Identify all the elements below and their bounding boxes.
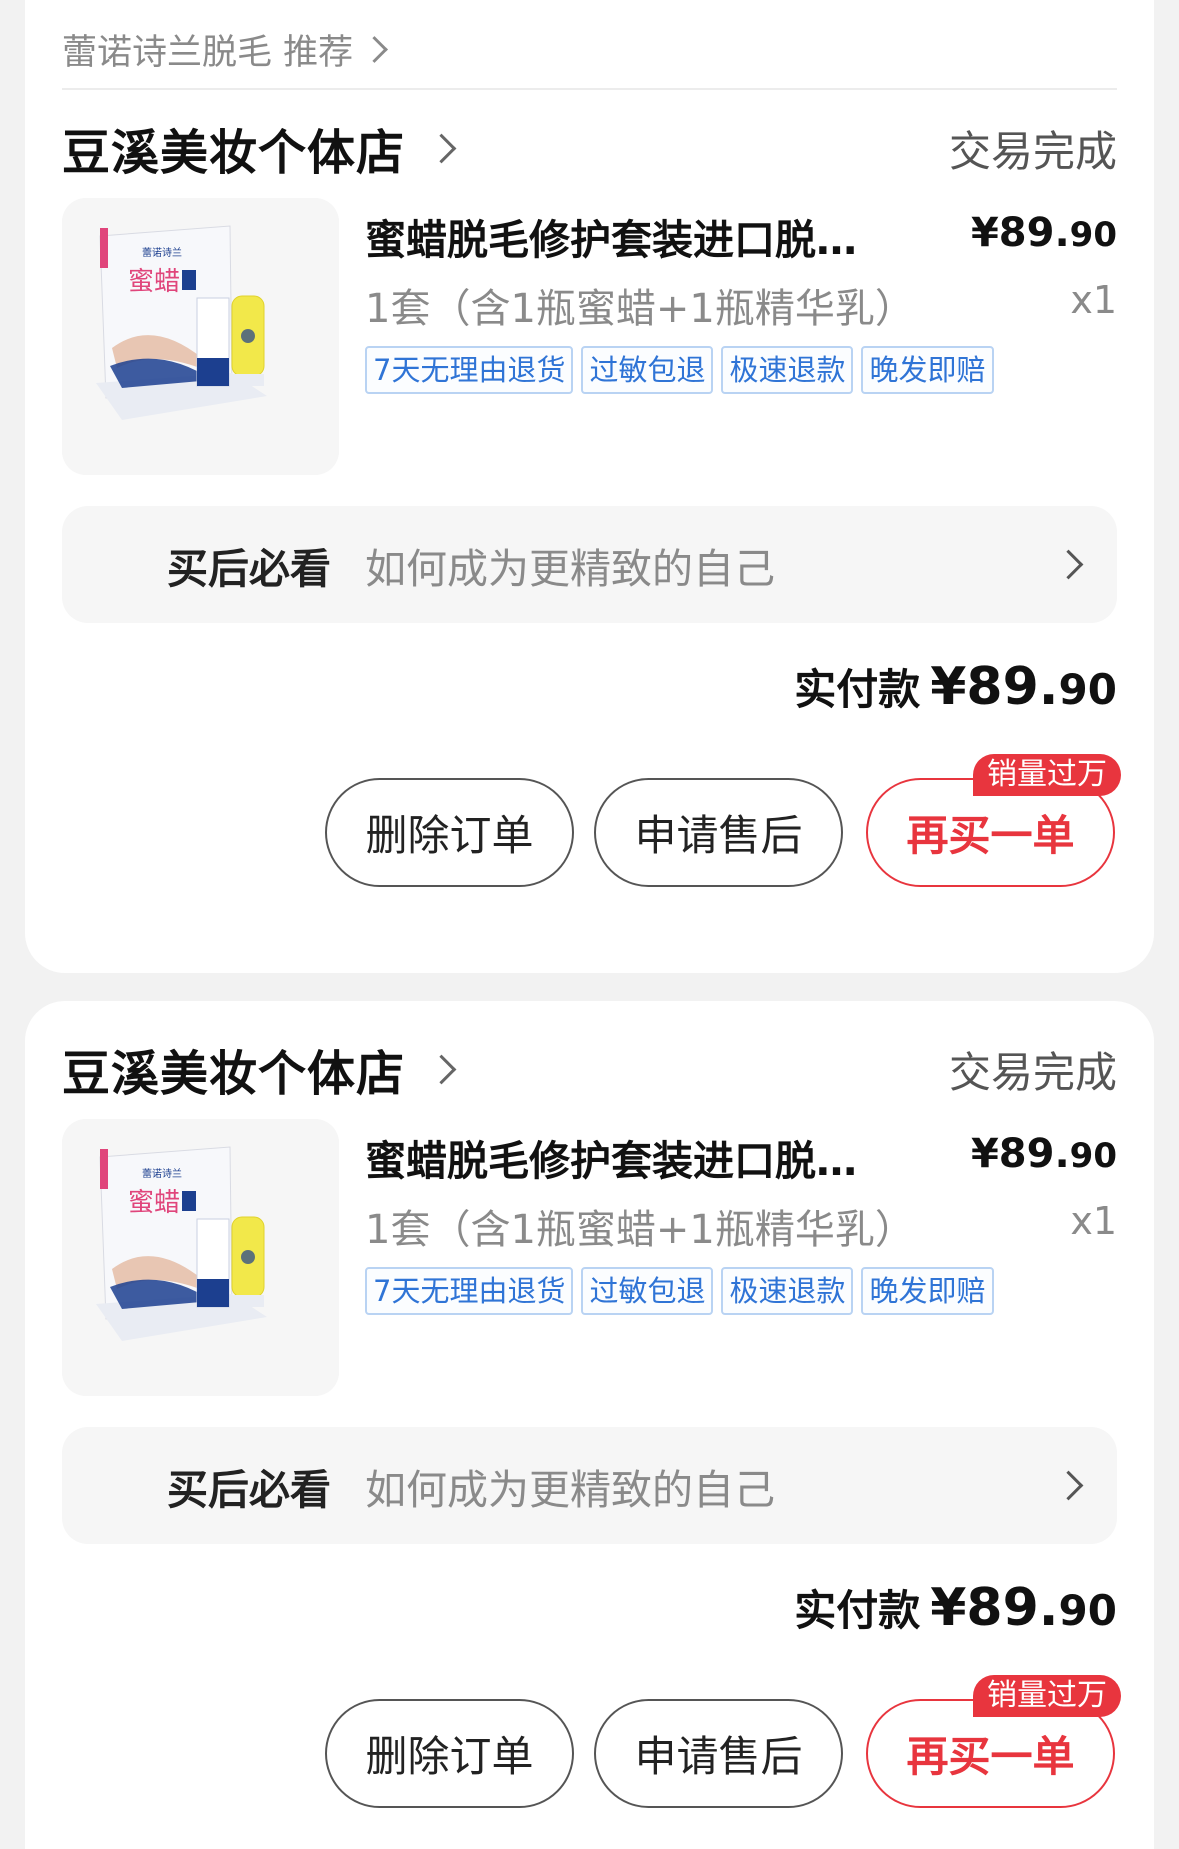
- recommend-link[interactable]: 蕾诺诗兰脱毛 推荐: [62, 24, 389, 75]
- svg-text:蕾诺诗兰: 蕾诺诗兰: [142, 246, 182, 259]
- after-purchase-guide[interactable]: 买后必看 如何成为更精致的自己: [62, 1427, 1117, 1544]
- recommend-label: 蕾诺诗兰脱毛 推荐: [62, 33, 354, 73]
- chevron-right-icon: [1053, 1470, 1084, 1501]
- after-sale-button[interactable]: 申请售后: [594, 778, 843, 887]
- product-price: ¥89.90: [971, 1131, 1117, 1177]
- divider: [62, 88, 1117, 90]
- product-quantity: x1: [1070, 1199, 1117, 1243]
- guide-text: 如何成为更精致的自己: [365, 544, 775, 593]
- order-item: 豆溪美妆个体店 交易完成 蕾诺诗兰 蜜蜡 蜜蜡脱毛修护套装进口脱… ¥89.90…: [25, 1039, 1154, 1849]
- total-amount: ¥89.90: [930, 1578, 1117, 1638]
- price-cents: 90: [1069, 1136, 1117, 1176]
- price-cents: 90: [1069, 215, 1117, 255]
- order-status: 交易完成: [948, 126, 1117, 176]
- guide-label: 买后必看: [167, 1465, 331, 1514]
- svg-text:蜜蜡: 蜜蜡: [128, 1188, 180, 1218]
- store-row[interactable]: 豆溪美妆个体店 交易完成: [62, 118, 1117, 181]
- chevron-right-icon: [426, 1054, 457, 1084]
- order-item: 豆溪美妆个体店 交易完成 蕾诺诗兰 蜜蜡 蜜蜡脱毛修护套装进口脱… ¥89.90…: [25, 118, 1154, 968]
- delete-order-button[interactable]: 删除订单: [325, 1699, 574, 1808]
- product-quantity: x1: [1070, 278, 1117, 322]
- total-amount-main: ¥89.: [930, 1578, 1059, 1638]
- product-spec: 1套（含1瓶蜜蜡+1瓶精华乳）: [365, 1207, 915, 1253]
- service-tag: 晚发即赔: [861, 1267, 994, 1315]
- guide-text: 如何成为更精致的自己: [365, 1465, 775, 1514]
- sales-badge: 销量过万: [973, 1675, 1121, 1717]
- price-main: ¥89.: [970, 1131, 1070, 1177]
- store-name[interactable]: 豆溪美妆个体店: [62, 113, 405, 183]
- total-amount: ¥89.90: [930, 657, 1117, 717]
- order-list-page: 蕾诺诗兰脱毛 推荐 豆溪美妆个体店 交易完成 蕾诺诗兰 蜜蜡 蜜蜡脱毛修护套装进…: [0, 0, 1179, 1849]
- service-tag: 极速退款: [721, 1267, 854, 1315]
- store-row[interactable]: 豆溪美妆个体店 交易完成: [62, 1039, 1117, 1102]
- order-total: 实付款 ¥89.90: [794, 656, 1117, 717]
- after-sale-button[interactable]: 申请售后: [594, 1699, 843, 1808]
- svg-text:蜜蜡: 蜜蜡: [128, 267, 180, 297]
- total-label: 实付款: [794, 1586, 921, 1635]
- service-tag: 7天无理由退货: [365, 346, 574, 394]
- after-purchase-guide[interactable]: 买后必看 如何成为更精致的自己: [62, 506, 1117, 623]
- sales-badge: 销量过万: [973, 754, 1121, 796]
- total-amount-cents: 90: [1058, 1586, 1117, 1635]
- product-thumbnail[interactable]: 蕾诺诗兰 蜜蜡: [62, 198, 339, 475]
- product-image: 蕾诺诗兰 蜜蜡: [62, 1119, 339, 1396]
- product-title[interactable]: 蜜蜡脱毛修护套装进口脱…: [365, 206, 905, 266]
- product-spec: 1套（含1瓶蜜蜡+1瓶精华乳）: [365, 286, 915, 332]
- delete-order-button[interactable]: 删除订单: [325, 778, 574, 887]
- order-total: 实付款 ¥89.90: [794, 1577, 1117, 1638]
- order-card: 豆溪美妆个体店 交易完成 蕾诺诗兰 蜜蜡 蜜蜡脱毛修护套装进口脱… ¥89.90…: [25, 1001, 1154, 1849]
- order-status: 交易完成: [948, 1047, 1117, 1097]
- product-thumbnail[interactable]: 蕾诺诗兰 蜜蜡: [62, 1119, 339, 1396]
- product-price: ¥89.90: [971, 210, 1117, 256]
- chevron-right-icon: [1053, 549, 1084, 580]
- total-amount-main: ¥89.: [930, 657, 1059, 717]
- price-main: ¥89.: [970, 210, 1070, 256]
- service-tag: 过敏包退: [581, 1267, 714, 1315]
- store-name[interactable]: 豆溪美妆个体店: [62, 1034, 405, 1104]
- chevron-right-icon: [361, 36, 389, 63]
- service-tag: 过敏包退: [581, 346, 714, 394]
- svg-text:蕾诺诗兰: 蕾诺诗兰: [142, 1167, 182, 1180]
- guide-label: 买后必看: [167, 544, 331, 593]
- service-tag: 晚发即赔: [861, 346, 994, 394]
- service-tag: 7天无理由退货: [365, 1267, 574, 1315]
- service-tags: 7天无理由退货 过敏包退 极速退款 晚发即赔: [365, 1267, 994, 1315]
- product-title[interactable]: 蜜蜡脱毛修护套装进口脱…: [365, 1127, 905, 1187]
- total-amount-cents: 90: [1058, 665, 1117, 714]
- order-card: 蕾诺诗兰脱毛 推荐 豆溪美妆个体店 交易完成 蕾诺诗兰 蜜蜡 蜜蜡脱毛修护套装进…: [25, 0, 1154, 973]
- product-image: 蕾诺诗兰 蜜蜡: [62, 198, 339, 475]
- chevron-right-icon: [426, 133, 457, 163]
- service-tag: 极速退款: [721, 346, 854, 394]
- service-tags: 7天无理由退货 过敏包退 极速退款 晚发即赔: [365, 346, 994, 394]
- total-label: 实付款: [794, 665, 921, 714]
